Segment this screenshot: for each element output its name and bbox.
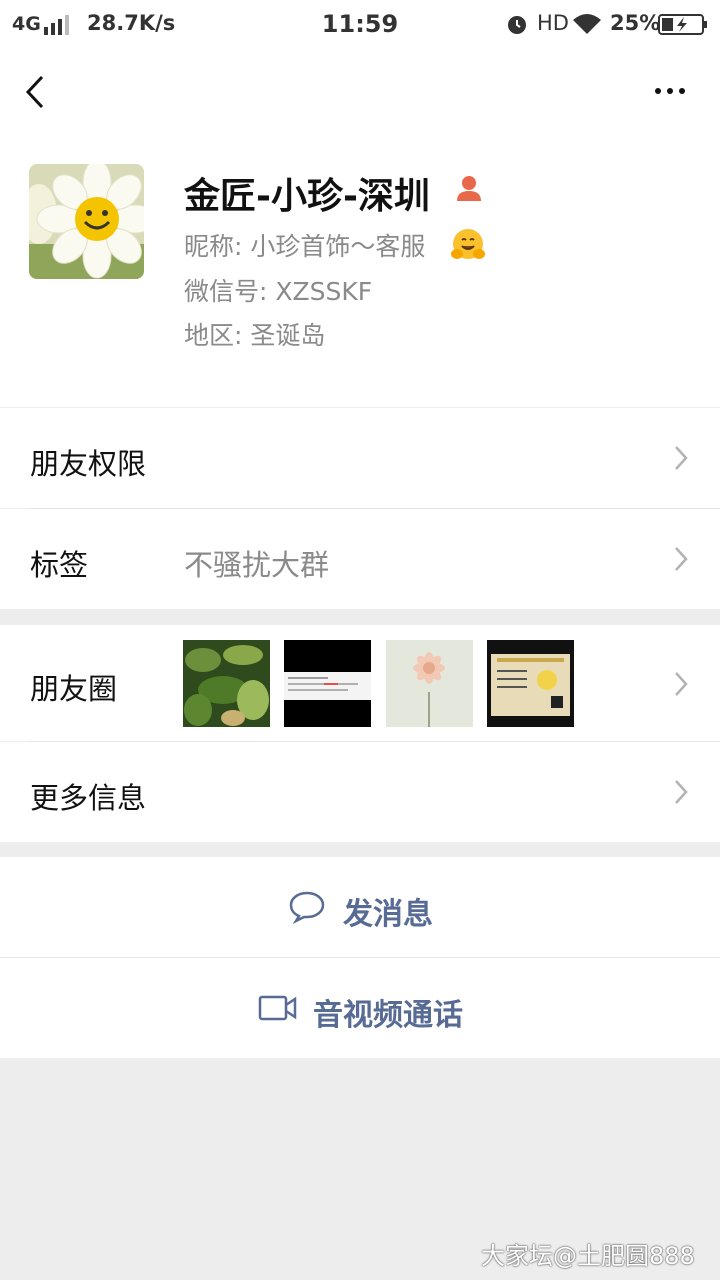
tags-value: 不骚扰大群 bbox=[184, 548, 330, 582]
battery-percent: 25% bbox=[610, 11, 661, 35]
more-info-label: 更多信息 bbox=[30, 781, 147, 815]
chat-bubble-icon bbox=[289, 891, 325, 924]
region: 地区: 圣诞岛 bbox=[184, 321, 326, 350]
send-message-button[interactable]: 发消息 bbox=[0, 857, 720, 957]
more-options-icon[interactable] bbox=[650, 75, 690, 105]
tags-label: 标签 bbox=[30, 548, 89, 582]
moments-thumbnail-certificate[interactable] bbox=[487, 640, 574, 727]
alarm-icon bbox=[508, 16, 526, 34]
display-name: 金匠-小珍-深圳 bbox=[184, 176, 430, 217]
back-icon[interactable] bbox=[20, 72, 50, 112]
nickname: 昵称: 小珍首饰～客服 bbox=[184, 232, 426, 261]
hd-indicator: HD bbox=[537, 11, 569, 35]
status-bar: 4G 28.7K/s 11:59 HD 25% bbox=[0, 0, 720, 50]
wifi-icon bbox=[573, 14, 601, 34]
avatar[interactable] bbox=[29, 164, 144, 279]
friend-permissions-row[interactable]: 朋友权限 bbox=[0, 408, 720, 508]
video-call-button[interactable]: 音视频通话 bbox=[0, 958, 720, 1058]
send-message-label: 发消息 bbox=[343, 897, 433, 932]
chevron-right-icon bbox=[675, 780, 688, 804]
moments-row[interactable]: 朋友圈 bbox=[0, 625, 720, 741]
wechat-id: 微信号: XZSSKF bbox=[184, 277, 373, 306]
video-camera-icon bbox=[258, 995, 297, 1021]
battery-icon bbox=[658, 14, 707, 35]
moments-thumbnail-plants[interactable] bbox=[183, 640, 270, 727]
chevron-right-icon bbox=[675, 672, 688, 696]
hugging-face-emoji-icon bbox=[451, 229, 485, 259]
more-info-row[interactable]: 更多信息 bbox=[0, 742, 720, 842]
tags-row[interactable]: 标签 不骚扰大群 bbox=[0, 509, 720, 609]
watermark: 大家坛@土肥圆888 bbox=[481, 1242, 695, 1270]
moments-label: 朋友圈 bbox=[30, 672, 118, 706]
profile-card: 金匠-小珍-深圳 昵称: 小珍首饰～客服 微信号: XZSSKF 地区: 圣诞岛 bbox=[0, 135, 720, 407]
chevron-right-icon bbox=[675, 446, 688, 470]
moments-thumbnail-screenshot[interactable] bbox=[284, 640, 371, 727]
top-navigation bbox=[0, 50, 720, 135]
moments-thumbnail-flower[interactable] bbox=[386, 640, 473, 727]
contact-person-icon bbox=[457, 176, 481, 201]
video-call-label: 音视频通话 bbox=[313, 998, 463, 1033]
chevron-right-icon bbox=[675, 547, 688, 571]
friend-permissions-label: 朋友权限 bbox=[30, 447, 147, 481]
